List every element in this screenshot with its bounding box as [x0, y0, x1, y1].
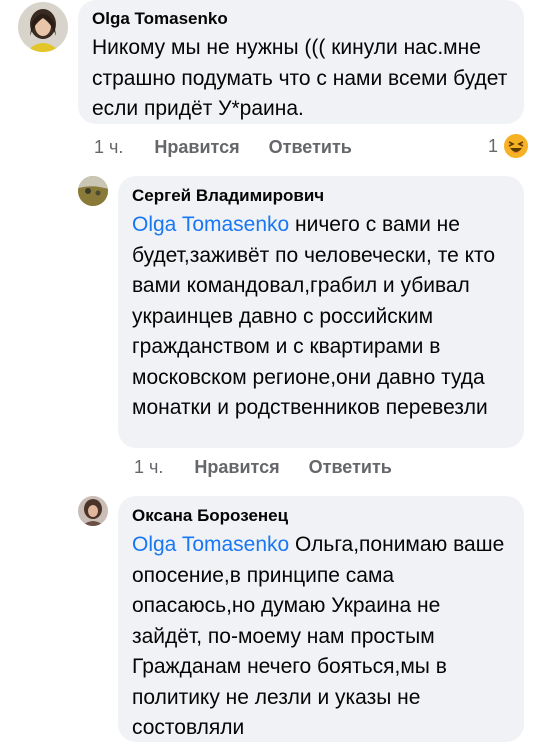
- reply-button[interactable]: Ответить: [269, 137, 352, 158]
- reaction-count: 1: [488, 135, 499, 156]
- comment-actions: 1 ч. Нравится Ответить: [134, 457, 392, 478]
- comment-2: Сергей Владимирович Olga Tomasenko ничег…: [0, 170, 540, 490]
- comment-bubble: Olga Tomasenko Никому мы не нужны ((( ки…: [78, 0, 524, 124]
- like-button[interactable]: Нравится: [154, 137, 239, 158]
- avatar-olga[interactable]: [18, 2, 68, 52]
- reply-button[interactable]: Ответить: [309, 457, 392, 478]
- avatar-oksana[interactable]: [78, 496, 108, 526]
- comment-body: Ольга,понимаю ваше опосение,в принципе с…: [132, 533, 505, 739]
- comment-author[interactable]: Оксана Борозенец: [132, 506, 510, 526]
- comment-text: Olga Tomasenko Ольга,понимаю ваше опосен…: [132, 530, 510, 744]
- mention-link[interactable]: Olga Tomasenko: [132, 533, 289, 556]
- mention-link[interactable]: Olga Tomasenko: [132, 213, 289, 236]
- comment-text: Olga Tomasenko ничего с вами не будет,за…: [132, 210, 510, 424]
- comment-time[interactable]: 1 ч.: [134, 457, 163, 478]
- like-button[interactable]: Нравится: [194, 457, 279, 478]
- comment-bubble: Оксана Борозенец Olga Tomasenko Ольга,по…: [118, 496, 524, 742]
- comment-bubble: Сергей Владимирович Olga Tomasenko ничег…: [118, 176, 524, 448]
- comment-text: Никому мы не нужны ((( кинули нас.мне ст…: [92, 36, 508, 120]
- comment-3: Оксана Борозенец Olga Tomasenko Ольга,по…: [0, 490, 540, 742]
- comment-body: ничего с вами не будет,заживёт по челове…: [132, 213, 496, 419]
- comment-time[interactable]: 1 ч.: [94, 137, 123, 158]
- comment-author[interactable]: Сергей Владимирович: [132, 186, 510, 206]
- comment-1: Olga Tomasenko Никому мы не нужны ((( ки…: [0, 0, 540, 170]
- avatar-sergey[interactable]: [78, 176, 108, 206]
- reaction-summary[interactable]: 1: [488, 132, 531, 160]
- comment-author[interactable]: Olga Tomasenko: [92, 9, 510, 29]
- laugh-emoji-icon: [502, 132, 531, 160]
- comment-actions: 1 ч. Нравится Ответить: [94, 137, 352, 158]
